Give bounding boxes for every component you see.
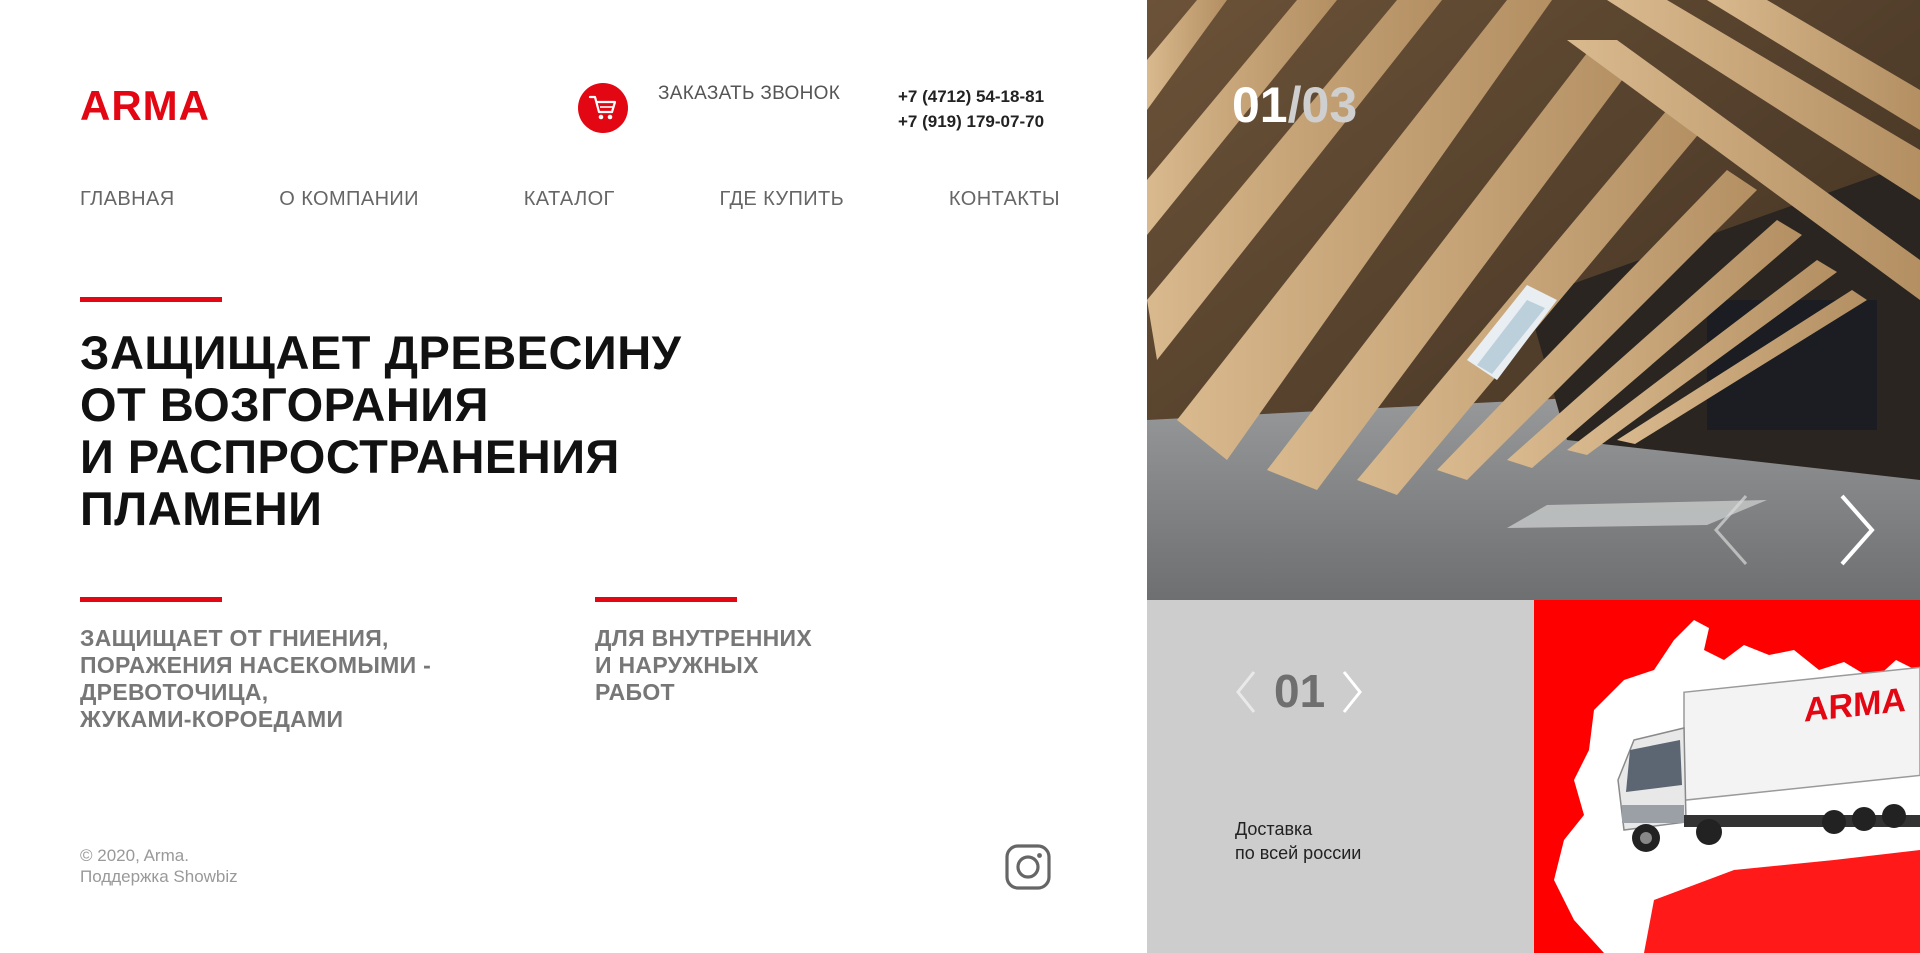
instagram-link[interactable] bbox=[1004, 843, 1052, 891]
feature-line: ЗАЩИЩАЕТ ОТ ГНИЕНИЯ, bbox=[80, 625, 389, 651]
headline-accent-line bbox=[80, 297, 222, 302]
phone-number-2[interactable]: +7 (919) 179-07-70 bbox=[898, 109, 1044, 134]
main-nav: ГЛАВНАЯ О КОМПАНИИ КАТАЛОГ ГДЕ КУПИТЬ КО… bbox=[80, 188, 1060, 211]
delivery-panel bbox=[1147, 600, 1534, 953]
feature-line: РАБОТ bbox=[595, 679, 675, 705]
nav-item-about[interactable]: О КОМПАНИИ bbox=[279, 188, 419, 211]
delivery-line: Доставка bbox=[1235, 819, 1313, 839]
cart-button[interactable] bbox=[578, 83, 628, 133]
nav-item-where-to-buy[interactable]: ГДЕ КУПИТЬ bbox=[720, 188, 845, 211]
chevron-right-icon bbox=[1840, 494, 1875, 566]
instagram-icon bbox=[1005, 844, 1051, 890]
feature-line: ДРЕВОТОЧИЦА, bbox=[80, 679, 269, 705]
slide-counter: 01/03 bbox=[1232, 76, 1357, 134]
copyright: © 2020, Arma. bbox=[80, 846, 189, 865]
footer: © 2020, Arma. Поддержка Showbiz bbox=[80, 845, 238, 887]
headline-line: ЗАЩИЩАЕТ ДРЕВЕСИНУ bbox=[80, 326, 682, 379]
callback-link[interactable]: ЗАКАЗАТЬ ЗВОНОК bbox=[658, 83, 840, 105]
left-content-panel: ARMA ЗАКАЗАТЬ ЗВОНОК +7 (4712) 54-18-81 … bbox=[0, 0, 1147, 953]
slide-separator: / bbox=[1287, 77, 1302, 133]
headline-line: И РАСПРОСТРАНЕНИЯ bbox=[80, 430, 620, 483]
phone-number-1[interactable]: +7 (4712) 54-18-81 bbox=[898, 84, 1044, 109]
hero-headline: ЗАЩИЩАЕТ ДРЕВЕСИНУ ОТ ВОЗГОРАНИЯ И РАСПР… bbox=[80, 327, 681, 535]
svg-text:ARMA: ARMA bbox=[80, 88, 210, 122]
slider-next-button[interactable] bbox=[1832, 490, 1882, 570]
logo[interactable]: ARMA bbox=[80, 88, 255, 122]
feature-line: ПОРАЖЕНИЯ НАСЕКОМЫМИ - bbox=[80, 652, 432, 678]
cart-icon bbox=[588, 95, 617, 120]
headline-line: ОТ ВОЗГОРАНИЯ bbox=[80, 378, 489, 431]
slide-total: 03 bbox=[1301, 77, 1358, 133]
headline-line: ПЛАМЕНИ bbox=[80, 482, 323, 535]
russia-map-truck-illustration: ARMA bbox=[1554, 620, 1920, 953]
mini-slider-prev-button[interactable] bbox=[1232, 668, 1260, 716]
chevron-right-icon bbox=[1342, 671, 1362, 713]
nav-item-catalog[interactable]: КАТАЛОГ bbox=[524, 188, 615, 211]
delivery-caption: Доставка по всей россии bbox=[1235, 817, 1361, 865]
slide-current: 01 bbox=[1232, 77, 1288, 133]
feature-accent-line-2 bbox=[595, 597, 737, 602]
feature-text-1: ЗАЩИЩАЕТ ОТ ГНИЕНИЯ, ПОРАЖЕНИЯ НАСЕКОМЫМ… bbox=[80, 625, 431, 733]
delivery-map-image: ARMA bbox=[1534, 600, 1920, 953]
nav-item-home[interactable]: ГЛАВНАЯ bbox=[80, 188, 175, 211]
mini-slider-next-button[interactable] bbox=[1338, 668, 1366, 716]
chevron-left-icon bbox=[1713, 495, 1748, 565]
phone-numbers: +7 (4712) 54-18-81 +7 (919) 179-07-70 bbox=[898, 84, 1044, 134]
chevron-left-icon bbox=[1236, 671, 1256, 713]
feature-text-2: ДЛЯ ВНУТРЕННИХ И НАРУЖНЫХ РАБОТ bbox=[595, 625, 812, 706]
arma-logo-icon: ARMA bbox=[80, 88, 210, 122]
nav-item-contacts[interactable]: КОНТАКТЫ bbox=[949, 188, 1060, 211]
feature-line: ДЛЯ ВНУТРЕННИХ bbox=[595, 625, 812, 651]
feature-line: И НАРУЖНЫХ bbox=[595, 652, 759, 678]
feature-line: ЖУКАМИ-КОРОЕДАМИ bbox=[80, 706, 344, 732]
feature-accent-line-1 bbox=[80, 597, 222, 602]
support-link[interactable]: Поддержка Showbiz bbox=[80, 866, 238, 887]
slider-prev-button[interactable] bbox=[1708, 490, 1758, 570]
delivery-line: по всей россии bbox=[1235, 843, 1362, 863]
mini-slide-number: 01 bbox=[1274, 665, 1326, 717]
